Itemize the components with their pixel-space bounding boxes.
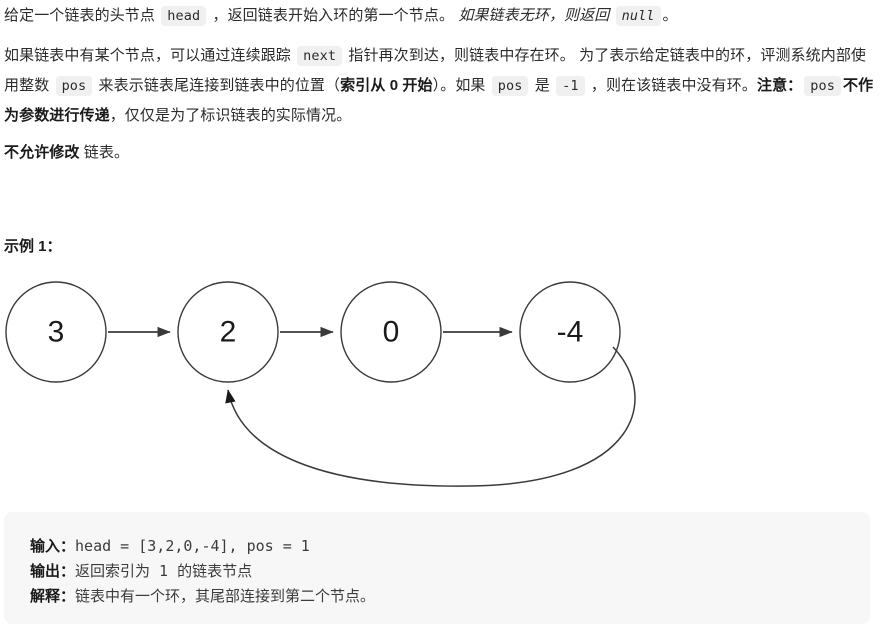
paragraph-1-italic-text: 如果链表无环，则返回 (458, 7, 614, 24)
description-paragraph-1: 给定一个链表的头节点 head ，返回链表开始入环的第一个节点。 如果链表无环，… (4, 1, 878, 31)
paragraph-2-segment-3: 来表示链表尾连接到链表中的位置（ (94, 77, 341, 94)
linked-list-cycle-diagram: 3 2 0 -4 (0, 272, 700, 502)
example-code-block: 输入：head = [3,2,0,-4], pos = 1 输出：返回索引为 1… (4, 512, 870, 624)
inline-code-next: next (297, 46, 343, 66)
problem-description-page: 给定一个链表的头节点 head ，返回链表开始入环的第一个节点。 如果链表无环，… (0, 0, 882, 632)
paragraph-3-segment-1: 链表。 (79, 144, 130, 161)
inline-code-negative-one: -1 (556, 76, 585, 96)
inline-code-pos-1: pos (55, 76, 93, 96)
code-value-input: head = [3,2,0,-4], pos = 1 (75, 537, 310, 555)
inline-code-pos-2: pos (491, 76, 529, 96)
paragraph-1-segment-2: ，返回链表开始入环的第一个节点。 (208, 7, 459, 24)
node-label-0: 0 (383, 316, 400, 349)
code-label-output: 输出： (30, 563, 76, 580)
code-value-explanation: 链表中有一个环，其尾部连接到第二个节点。 (75, 587, 376, 605)
code-value-output: 返回索引为 1 的链表节点 (75, 562, 253, 580)
inline-code-head: head (161, 6, 207, 26)
paragraph-1-segment-3: 。 (662, 7, 678, 24)
node-label-2: 2 (220, 316, 237, 349)
paragraph-2-segment-1: 如果链表中有某个节点，可以通过连续跟踪 (4, 47, 296, 64)
paragraph-2-bold-index-note: 索引从 0 开始 (340, 77, 433, 94)
node-label-3: 3 (48, 316, 65, 349)
paragraph-2-segment-7: ，仅仅是为了标识链表的实际情况。 (109, 107, 352, 124)
paragraph-1-italic-note: 如果链表无环，则返回 null (458, 6, 662, 26)
paragraph-2-segment-4: ）。如果 (432, 77, 490, 94)
node-label-minus-4: -4 (557, 316, 584, 349)
paragraph-3-bold-no-modify: 不允许修改 (4, 144, 80, 161)
description-paragraph-2: 如果链表中有某个节点，可以通过连续跟踪 next 指针再次到达，则链表中存在环。… (4, 41, 878, 131)
inline-code-pos-3: pos (804, 76, 841, 96)
code-label-input: 输入： (30, 538, 76, 555)
paragraph-1-segment-1: 给定一个链表的头节点 (4, 7, 160, 24)
code-label-explanation: 解释： (30, 588, 76, 605)
code-line-output: 输出：返回索引为 1 的链表节点 (30, 559, 844, 584)
diagram-svg: 3 2 0 -4 (5, 281, 636, 487)
example-heading: 示例 1： (4, 238, 62, 255)
inline-code-null: null (615, 6, 661, 26)
description-paragraph-3: 不允许修改 链表。 (4, 138, 878, 168)
code-line-explanation: 解释：链表中有一个环，其尾部连接到第二个节点。 (30, 584, 844, 609)
paragraph-2-bold-notice-label: 注意： (756, 77, 803, 94)
code-line-input: 输入：head = [3,2,0,-4], pos = 1 (30, 534, 844, 559)
paragraph-2-segment-5: 是 (530, 77, 555, 94)
paragraph-2-segment-6: ，则在该链表中没有环。 (586, 77, 757, 94)
